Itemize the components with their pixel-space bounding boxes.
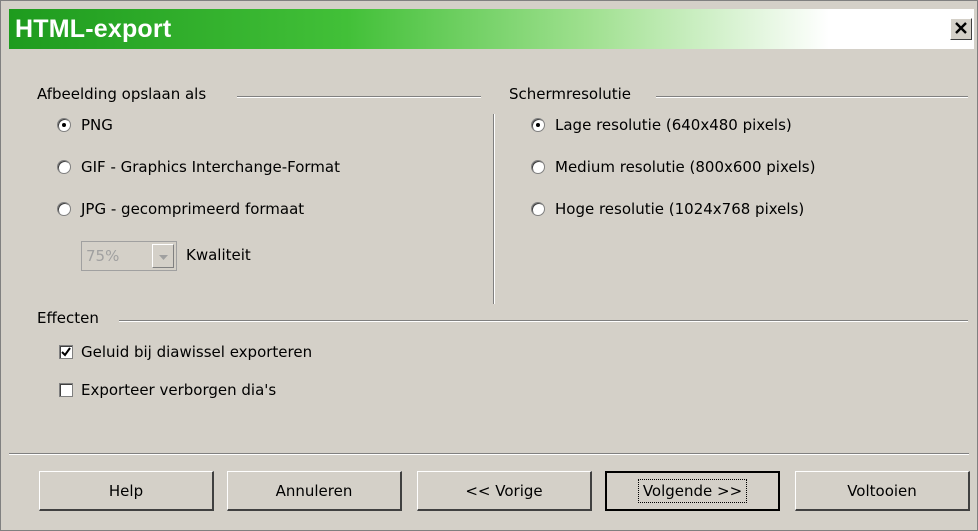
- close-button[interactable]: [950, 18, 972, 40]
- radio-gif[interactable]: GIF - Graphics Interchange-Format: [57, 158, 340, 176]
- back-button[interactable]: << Vorige: [417, 471, 592, 511]
- finish-button-label: Voltooien: [847, 481, 917, 500]
- checkbox-hidden-slides-label: Exporteer verborgen dia's: [81, 381, 277, 399]
- checkbox-sound-label: Geluid bij diawissel exporteren: [81, 343, 313, 361]
- radio-high-res-indicator[interactable]: [531, 202, 545, 216]
- quality-select[interactable]: 75%: [81, 241, 177, 271]
- radio-png-label: PNG: [81, 116, 113, 134]
- quality-label: Kwaliteit: [186, 246, 251, 264]
- quality-value: 75%: [86, 247, 120, 265]
- radio-low-res-label: Lage resolutie (640x480 pixels): [555, 116, 792, 134]
- help-button-label: Help: [108, 481, 144, 500]
- radio-high-res[interactable]: Hoge resolutie (1024x768 pixels): [531, 200, 804, 218]
- radio-low-res-indicator[interactable]: [531, 118, 545, 132]
- image-group-label: Afbeelding opslaan als: [37, 85, 213, 103]
- radio-png[interactable]: PNG: [57, 116, 113, 134]
- next-button[interactable]: Volgende >>: [605, 471, 780, 511]
- radio-gif-indicator[interactable]: [57, 160, 71, 174]
- html-export-dialog: HTML-export Afbeelding opslaan als PNG G…: [0, 0, 978, 531]
- checkmark-icon: [61, 347, 71, 357]
- checkbox-sound[interactable]: Geluid bij diawissel exporteren: [59, 343, 312, 361]
- radio-medium-res-indicator[interactable]: [531, 160, 545, 174]
- group-separator: [493, 114, 495, 304]
- radio-jpg-indicator[interactable]: [57, 202, 71, 216]
- window-title: HTML-export: [15, 15, 172, 43]
- title-bar: HTML-export: [9, 9, 974, 49]
- cancel-button[interactable]: Annuleren: [227, 471, 402, 511]
- resolution-group-label: Schermresolutie: [509, 85, 638, 103]
- radio-gif-label: GIF - Graphics Interchange-Format: [81, 158, 340, 176]
- finish-button[interactable]: Voltooien: [795, 471, 970, 511]
- effects-group-line: [119, 320, 968, 322]
- resolution-group-line: [656, 96, 968, 98]
- chevron-down-icon: [158, 247, 168, 265]
- effects-group-label: Effecten: [37, 309, 105, 327]
- checkbox-sound-box[interactable]: [59, 345, 73, 359]
- back-button-label: << Vorige: [465, 481, 543, 500]
- radio-high-res-label: Hoge resolutie (1024x768 pixels): [555, 200, 805, 218]
- image-group-line: [237, 96, 481, 98]
- quality-dropdown-button[interactable]: [152, 244, 174, 268]
- close-icon: [955, 20, 967, 38]
- radio-medium-res-label: Medium resolutie (800x600 pixels): [555, 158, 816, 176]
- cancel-button-label: Annuleren: [275, 481, 353, 500]
- radio-jpg-label: JPG - gecomprimeerd formaat: [81, 200, 305, 218]
- radio-medium-res[interactable]: Medium resolutie (800x600 pixels): [531, 158, 815, 176]
- radio-jpg[interactable]: JPG - gecomprimeerd formaat: [57, 200, 304, 218]
- help-button[interactable]: Help: [39, 471, 214, 511]
- radio-png-indicator[interactable]: [57, 118, 71, 132]
- checkbox-hidden-slides[interactable]: Exporteer verborgen dia's: [59, 381, 276, 399]
- next-button-label: Volgende >>: [637, 479, 748, 503]
- radio-low-res[interactable]: Lage resolutie (640x480 pixels): [531, 116, 792, 134]
- checkbox-hidden-slides-box[interactable]: [59, 383, 73, 397]
- button-separator: [9, 453, 969, 455]
